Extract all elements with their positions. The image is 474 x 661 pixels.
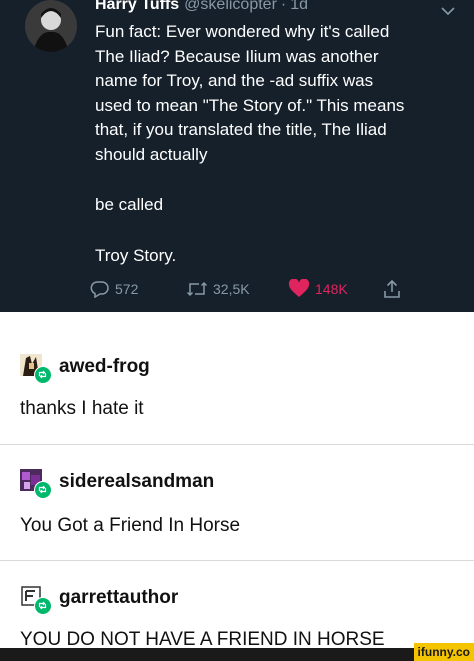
reblog-post: awed-frog thanks I hate it (0, 312, 474, 444)
post-username[interactable]: siderealsandman (59, 471, 214, 493)
avatar[interactable] (20, 354, 52, 384)
tweet-line: Fun fact: Ever wondered why it's called (95, 22, 390, 41)
tweet-line: used to mean "The Story of." This means (95, 95, 405, 115)
retweet-icon (186, 281, 208, 297)
reblog-post: garrettauthor YOU DO NOT HAVE A FRIEND I… (0, 561, 474, 650)
like-button[interactable]: 148K (288, 278, 348, 300)
reply-icon (90, 281, 109, 298)
reblog-icon (34, 366, 52, 384)
tweet-separator: · (280, 0, 287, 13)
post-author[interactable]: awed-frog (20, 354, 150, 384)
tweet-handle[interactable]: @skelicopter (184, 0, 277, 13)
tweet-line: that, if you translated the title, The I… (95, 120, 387, 139)
tweet-line: The Iliad? Because Ilium was another (95, 46, 379, 66)
tweet-timestamp[interactable]: 1d (290, 0, 308, 13)
post-username[interactable]: awed-frog (59, 356, 150, 378)
share-icon (384, 279, 400, 298)
tweet-line: name for Troy, and the -ad suffix was (95, 71, 374, 90)
watermark: ifunny.co (413, 643, 474, 661)
post-author[interactable]: garrettauthor (20, 585, 178, 615)
post-text: thanks I hate it (20, 398, 144, 419)
tweet-avatar[interactable] (25, 0, 77, 52)
reblog-icon (34, 481, 52, 499)
chevron-down-icon[interactable] (441, 3, 455, 16)
tweet-body: Fun fact: Ever wondered why it's called … (95, 20, 465, 167)
reply-button[interactable]: 572 (90, 278, 138, 300)
tweet-display-name[interactable]: Harry Tuffs (95, 0, 179, 13)
share-button[interactable] (383, 278, 401, 300)
tweet-header: Harry Tuffs @skelicopter · 1d (95, 0, 308, 15)
tweet-line: should actually (95, 144, 208, 164)
like-count: 148K (315, 281, 348, 297)
reblog-post: siderealsandman You Got a Friend In Hors… (0, 445, 474, 560)
footer-bar (0, 648, 474, 661)
reblog-icon (34, 597, 52, 615)
retweet-button[interactable]: 32,5K (186, 278, 250, 300)
avatar[interactable] (20, 469, 52, 499)
retweet-count: 32,5K (213, 281, 250, 297)
tweet-line-punchline: Troy Story. (95, 246, 177, 265)
post-author[interactable]: siderealsandman (20, 469, 214, 499)
tweet-card: Harry Tuffs @skelicopter · 1d Fun fact: Eve… (0, 0, 474, 312)
tweet-line-be-called: be called (95, 195, 164, 214)
tweet-actions: 572 32,5K 148K (90, 278, 420, 300)
post-username[interactable]: garrettauthor (59, 587, 178, 609)
post-text: You Got a Friend In Horse (20, 515, 241, 536)
heart-icon (288, 279, 310, 297)
reply-count: 572 (115, 281, 139, 297)
avatar[interactable] (20, 585, 52, 615)
